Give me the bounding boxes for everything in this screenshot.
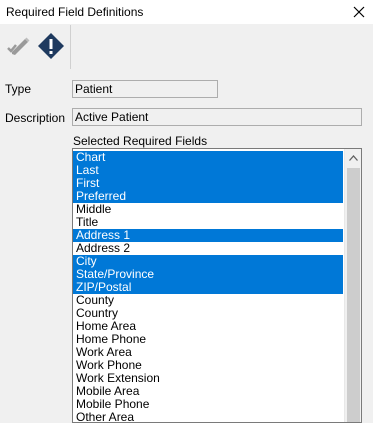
title-bar: Required Field Definitions [0, 0, 373, 24]
diamond-exclamation-icon [38, 33, 64, 59]
list-item[interactable]: Preferred [73, 190, 343, 203]
list-item[interactable]: Middle [73, 203, 343, 216]
list-item[interactable]: Other Area [73, 411, 343, 423]
window-title: Required Field Definitions [6, 5, 144, 19]
scroll-up-button[interactable] [345, 149, 361, 166]
scroll-thumb[interactable] [347, 168, 360, 422]
type-field: Patient [72, 80, 218, 98]
list-item[interactable]: Chart [73, 151, 343, 164]
required-fields-listbox[interactable]: Chart Last First Preferred Middle Title Addres… [72, 148, 362, 423]
list-item[interactable]: Last [73, 164, 343, 177]
edit-button[interactable] [4, 29, 34, 63]
pencil-check-icon [7, 37, 30, 55]
required-button[interactable] [36, 29, 66, 63]
toolbar [0, 25, 373, 69]
list-items: Chart Last First Preferred Middle Title Addres… [73, 151, 343, 423]
chevron-up-icon [349, 154, 358, 161]
type-label: Type [5, 82, 32, 96]
close-icon [353, 6, 365, 18]
list-item[interactable]: Address 2 [73, 242, 343, 255]
toolbar-separator [70, 25, 71, 69]
description-field: Active Patient [72, 108, 362, 126]
vertical-scrollbar[interactable] [344, 149, 361, 422]
description-label: Description [5, 111, 66, 125]
close-button[interactable] [345, 0, 373, 24]
selected-fields-label: Selected Required Fields [73, 134, 208, 148]
